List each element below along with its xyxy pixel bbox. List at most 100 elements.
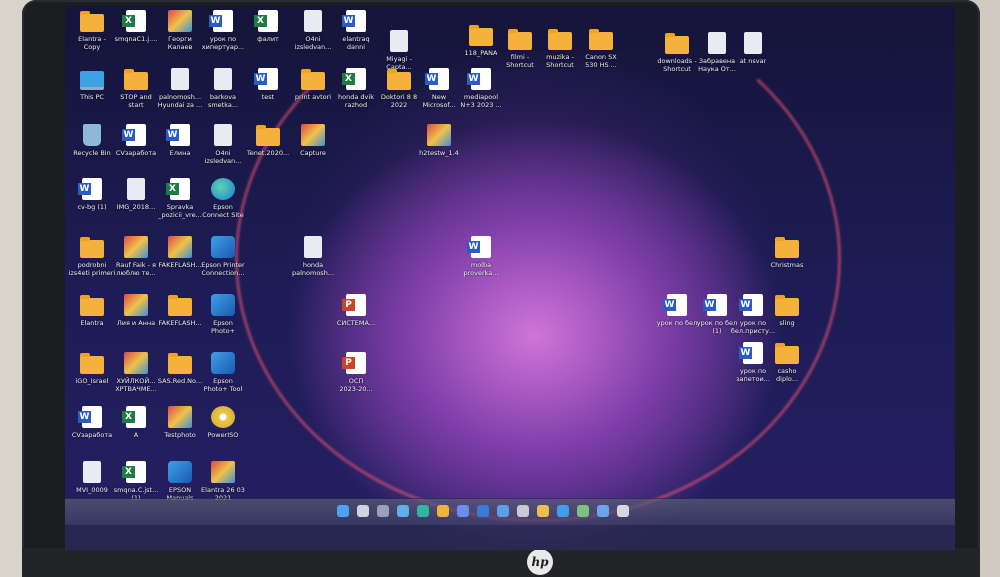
file-icon	[214, 124, 232, 146]
desktop-icon-label: Epson Printer Connection...	[201, 261, 245, 277]
word-icon	[166, 124, 190, 146]
desktop-icon-label: honda dvik razhod	[338, 93, 374, 109]
file-icon	[390, 30, 408, 52]
desktop-icon[interactable]: sling	[760, 294, 814, 327]
pc-icon	[80, 71, 104, 90]
edge-icon[interactable]	[417, 505, 429, 517]
search-icon[interactable]	[357, 505, 369, 517]
desktop-icon[interactable]: Canon SX 530 HS ...	[574, 28, 628, 69]
desktop-icon-label: Epson Connect Site	[202, 203, 244, 219]
word-icon	[78, 406, 102, 428]
folder-icon	[775, 295, 799, 316]
desktop-icon[interactable]: СИСТЕМА...	[329, 294, 383, 327]
desktop-icon-label: CVзаработа	[71, 431, 113, 439]
desktop-icon-label: filmi - Shortcut	[506, 53, 534, 69]
desktop-icon-label: iGO_Israel	[75, 377, 109, 385]
img-icon	[168, 406, 192, 428]
desktop-icon-label: A	[133, 431, 139, 439]
app-icon[interactable]	[557, 505, 569, 517]
file-icon	[83, 461, 101, 483]
desktop-icon-label: test	[261, 93, 275, 101]
desktop-icon[interactable]: Epson Connect Site	[196, 178, 250, 219]
settings-icon[interactable]	[517, 505, 529, 517]
ppt-icon	[342, 294, 366, 316]
widgets-icon[interactable]	[397, 505, 409, 517]
desktop-icon[interactable]: molba proverka...	[454, 236, 508, 277]
desktop-icon-label: muzika - Shortcut	[546, 53, 574, 69]
folder-icon	[508, 29, 532, 50]
word-icon	[122, 124, 146, 146]
desktop-icon[interactable]: honda palnomosh...	[286, 236, 340, 277]
desktop-icon-label: elantraq danni	[342, 35, 370, 51]
desktop-icon-label: smqnaC1.j....	[114, 35, 158, 43]
img-icon	[211, 461, 235, 483]
app-icon	[211, 352, 235, 374]
desktop-icon-label: MVI_0009	[76, 486, 108, 494]
hp-logo-icon: hp	[527, 549, 553, 575]
folder-icon	[775, 343, 799, 364]
app-icon	[211, 294, 235, 316]
desktop-icon[interactable]: Epson Photo+	[196, 294, 250, 335]
desktop-icon[interactable]: Epson Printer Connection...	[196, 236, 250, 277]
desktop-icon[interactable]: mediapool N+3 2023 ...	[454, 68, 508, 109]
desktop-icon-label: Recycle Bin	[73, 149, 111, 157]
file-explorer-icon[interactable]	[437, 505, 449, 517]
folder-icon	[80, 353, 104, 374]
folder-icon	[256, 125, 280, 146]
word-icon	[663, 294, 687, 316]
desktop-icon-label: Elantra	[80, 319, 104, 327]
desktop-icon[interactable]: Elantra 26 03 2021	[196, 461, 250, 502]
desktop-icon[interactable]: PowerISO	[196, 406, 250, 439]
word-icon	[342, 10, 366, 32]
excel-icon	[122, 10, 146, 32]
desktop-icon-label: STOP and start	[120, 93, 152, 109]
desktop-icon-label: This PC	[80, 93, 104, 101]
excel-icon	[166, 178, 190, 200]
excel-icon	[342, 68, 366, 90]
photos-icon[interactable]	[497, 505, 509, 517]
desktop-icon-label: Capture	[300, 149, 326, 157]
desktop-icon[interactable]: Epson Photo+ Tool	[196, 352, 250, 393]
img-icon	[124, 294, 148, 316]
desktop-icon[interactable]: h2testw_1.4	[412, 124, 466, 157]
folder-icon	[775, 237, 799, 258]
file-icon	[744, 32, 762, 54]
store-icon[interactable]	[457, 505, 469, 517]
chrome-icon[interactable]	[537, 505, 549, 517]
app-icon[interactable]	[597, 505, 609, 517]
mail-icon[interactable]	[477, 505, 489, 517]
desktop-icon-label: barkova smetka...	[207, 93, 239, 109]
edge-icon	[211, 178, 235, 200]
desktop-icon-label: CVзаработа	[115, 149, 157, 157]
desktop-icon-label: Георги Калаев	[167, 35, 193, 51]
desktop-icon-label: molba proverka...	[463, 261, 499, 277]
desktop-icon[interactable]: Christmas	[760, 236, 814, 269]
desktop-icon[interactable]: Miyagi - Capta...	[372, 30, 426, 71]
desktop-icon-label: Лия и Анна	[116, 319, 156, 327]
img-icon	[427, 124, 451, 146]
desktop-icon-label: at nsvar	[739, 57, 767, 65]
word-icon	[254, 68, 278, 90]
app-icon[interactable]	[617, 505, 629, 517]
file-icon	[708, 32, 726, 54]
file-icon	[304, 10, 322, 32]
windows-start-icon[interactable]	[337, 505, 349, 517]
file-icon	[171, 68, 189, 90]
word-icon	[209, 10, 233, 32]
desktop-icon-label: урок по хипертуар...	[201, 35, 245, 51]
folder-icon	[80, 295, 104, 316]
desktop-icon[interactable]: Capture	[286, 124, 340, 157]
ppt-icon	[342, 352, 366, 374]
desktop-icon[interactable]: ОСП 2023-20...	[329, 352, 383, 393]
taskbar-strip	[65, 499, 955, 525]
folder-icon	[387, 69, 411, 90]
folder-icon	[124, 69, 148, 90]
desktop-icon-label: PowerISO	[207, 431, 239, 439]
desktop-icon[interactable]: at nsvar	[726, 32, 780, 65]
folder-icon	[665, 33, 689, 54]
task-view-icon[interactable]	[377, 505, 389, 517]
word-icon	[425, 68, 449, 90]
desktop-icon[interactable]: casho diplo...	[760, 342, 814, 383]
app-icon	[211, 236, 235, 258]
app-icon[interactable]	[577, 505, 589, 517]
